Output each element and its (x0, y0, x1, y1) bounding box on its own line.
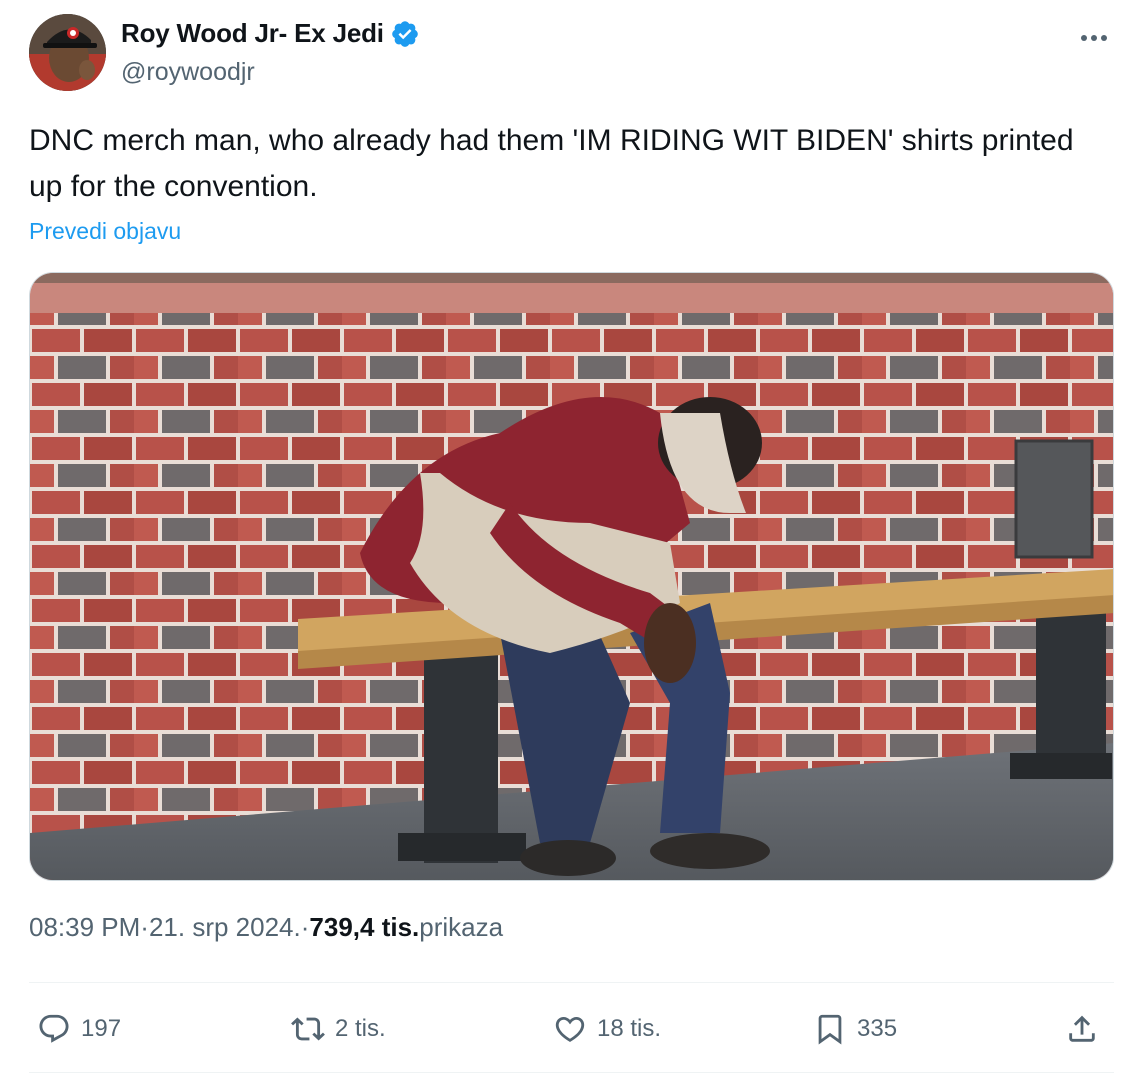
bookmark-icon (818, 1014, 842, 1045)
translate-post-link[interactable]: Prevedi objavu (29, 218, 181, 245)
name-row: Roy Wood Jr- Ex Jedi (121, 18, 420, 49)
tweet-text: DNC merch man, who already had them 'IM … (29, 124, 1074, 203)
tweet-header: Roy Wood Jr- Ex Jedi @roywoodjr (29, 14, 1114, 92)
tweet-actions-bar: 197 2 tis. 18 tis. 335 (29, 1001, 1114, 1057)
views-count: 739,4 tis. (309, 912, 420, 942)
photo-man-on-bench (30, 273, 1113, 880)
reply-icon (39, 1014, 69, 1043)
repost-count: 2 tis. (335, 1015, 386, 1042)
like-button[interactable]: 18 tis. (553, 1001, 661, 1057)
tweet-time[interactable]: 08:39 PM (29, 912, 140, 943)
repost-button[interactable]: 2 tis. (291, 1001, 386, 1057)
verified-badge-icon (391, 20, 418, 47)
share-icon (1069, 1015, 1095, 1042)
avatar-image (29, 14, 106, 91)
tweet-date[interactable]: 21. srp 2024. (149, 912, 301, 943)
bookmark-count: 335 (857, 1015, 898, 1042)
tweet-media-photo[interactable] (29, 272, 1114, 881)
user-handle[interactable]: @roywoodjr (121, 58, 255, 87)
views-label: prikaza (419, 912, 504, 942)
heart-icon (555, 1016, 585, 1042)
repost-icon (291, 1017, 325, 1041)
more-horizontal-icon (1081, 35, 1107, 41)
more-options-button[interactable] (1078, 22, 1110, 54)
tweet-meta: 08:39 PM · 21. srp 2024. · 739,4 tis. pr… (29, 912, 503, 943)
meta-separator: · (300, 912, 310, 942)
divider (29, 982, 1114, 983)
meta-separator: · (140, 912, 149, 942)
reply-button[interactable]: 197 (37, 1001, 121, 1057)
bookmark-button[interactable]: 335 (813, 1001, 897, 1057)
avatar[interactable] (29, 14, 106, 91)
display-name[interactable]: Roy Wood Jr- Ex Jedi (121, 18, 384, 49)
divider (29, 1072, 1114, 1073)
like-count: 18 tis. (597, 1015, 662, 1042)
share-button[interactable] (1065, 1001, 1099, 1057)
reply-count: 197 (81, 1015, 122, 1042)
